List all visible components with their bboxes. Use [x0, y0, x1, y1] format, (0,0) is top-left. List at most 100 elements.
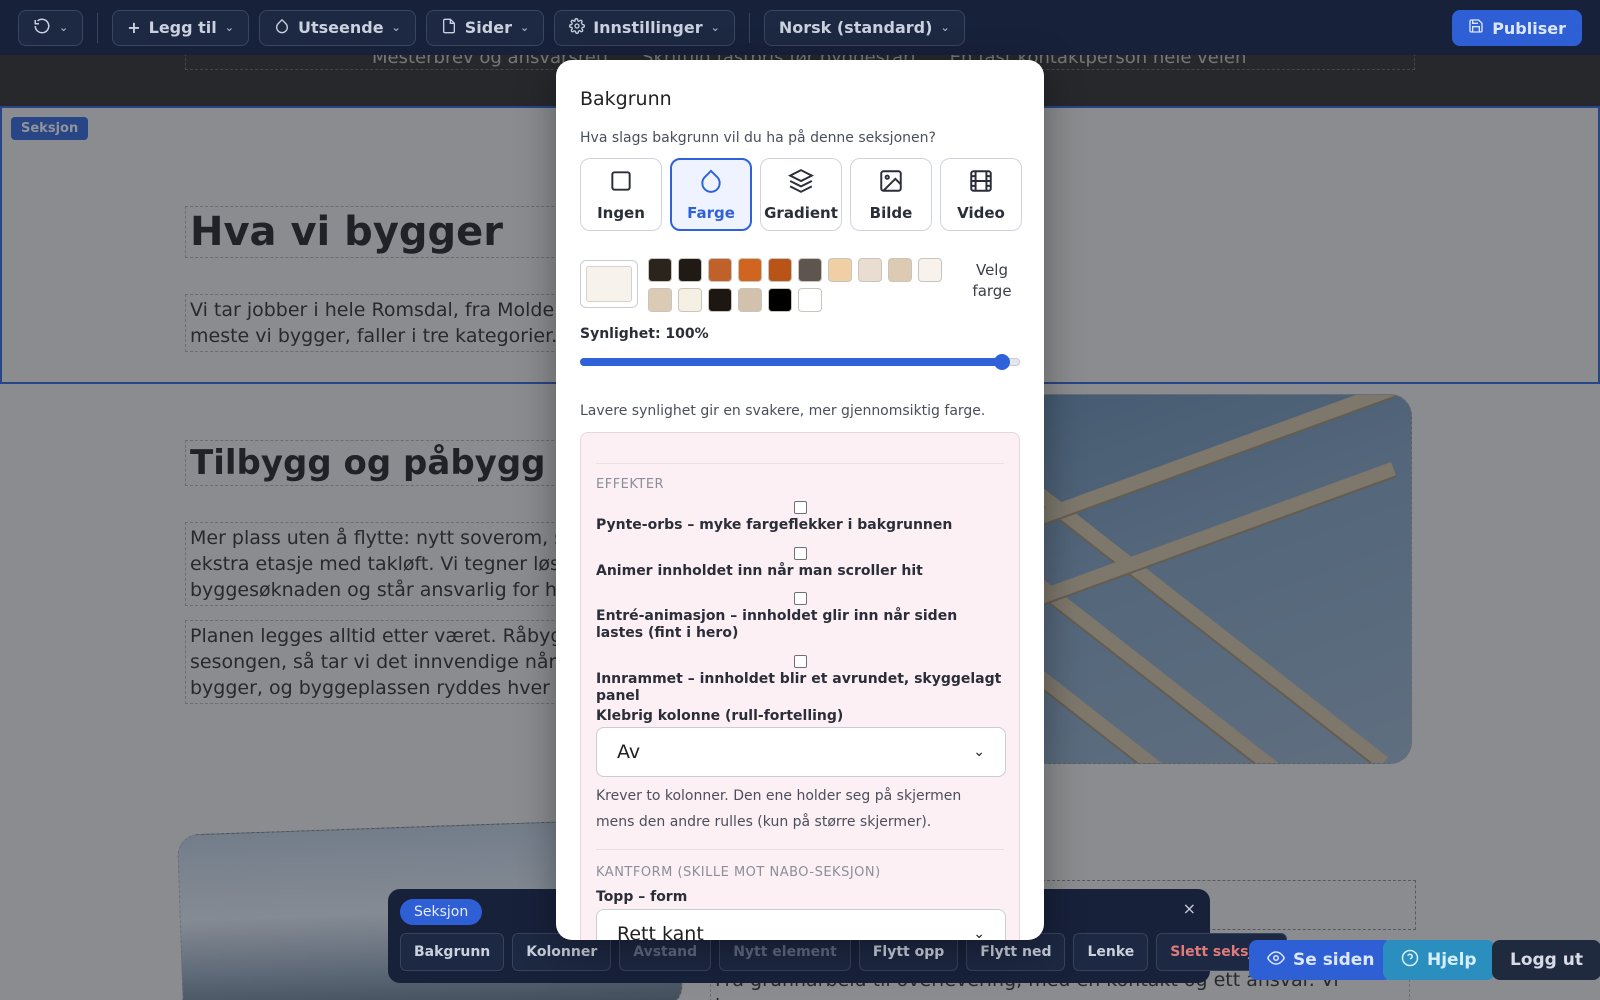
bg-type-video[interactable]: Video [940, 158, 1022, 231]
undo-button[interactable]: ⌄ [18, 9, 84, 46]
help-label: Hjelp [1427, 950, 1477, 970]
section-link-button[interactable]: Lenke [1073, 933, 1149, 971]
color-swatch[interactable] [648, 258, 672, 282]
help-button[interactable]: Hjelp [1383, 940, 1495, 980]
color-swatch[interactable] [768, 288, 792, 312]
sticky-column-select[interactable]: Av ⌄ [596, 727, 1006, 777]
effect-orbs-checkbox[interactable] [793, 501, 807, 514]
chevron-down-icon: ⌄ [519, 21, 530, 34]
appearance-button[interactable]: Utseende ⌄ [258, 9, 416, 46]
pages-label: Sider [464, 18, 512, 37]
sticky-column-label: Klebrig kolonne (rull-fortelling) [596, 708, 844, 724]
background-question: Hva slags bakgrunn vil du ha på denne se… [580, 130, 936, 146]
effect-framed-label: Innrammet – innholdet blir et avrundet, … [596, 671, 1002, 704]
droplet-icon [274, 18, 290, 38]
color-swatch[interactable] [768, 258, 792, 282]
effect-entrance: Entré-animasjon – innholdet glir inn når… [596, 592, 1004, 642]
effect-framed-checkbox[interactable] [793, 655, 807, 668]
appearance-label: Utseende [297, 18, 384, 37]
language-label: Norsk (standard) [778, 18, 933, 37]
current-color-swatch[interactable] [580, 260, 638, 308]
gear-icon [569, 17, 586, 38]
chevron-down-icon: ⌄ [973, 926, 985, 940]
color-swatch[interactable] [798, 258, 822, 282]
top-shape-label: Topp – form [596, 889, 688, 905]
chevron-down-icon: ⌄ [710, 21, 720, 34]
add-label: Legg til [148, 18, 217, 37]
bg-type-color[interactable]: Farge [670, 158, 752, 231]
add-button[interactable]: + Legg til ⌄ [112, 9, 249, 46]
undo-icon [33, 17, 51, 39]
section-background-button[interactable]: Bakgrunn [400, 933, 505, 971]
color-swatch[interactable] [828, 258, 852, 282]
droplet-icon [698, 168, 724, 198]
top-shape-value: Rett kant [617, 923, 704, 940]
color-swatch[interactable] [918, 258, 942, 282]
effect-orbs: Pynte-orbs – myke fargeflekker i bakgrun… [596, 501, 1004, 534]
color-swatch[interactable] [708, 258, 732, 282]
pick-color-button[interactable]: Velg farge [962, 260, 1022, 302]
opacity-slider[interactable] [580, 354, 1020, 370]
divider [596, 463, 1004, 464]
effects-panel: EFFEKTER Pynte-orbs – myke fargeflekker … [580, 432, 1020, 940]
effect-orbs-label: Pynte-orbs – myke fargeflekker i bakgrun… [596, 517, 953, 533]
chevron-down-icon: ⌄ [940, 21, 950, 34]
slider-handle[interactable] [994, 354, 1010, 370]
dialog-title: Bakgrunn [580, 88, 672, 110]
layers-icon [787, 168, 815, 198]
section-tag: Seksjon [400, 899, 483, 925]
publish-button[interactable]: Publiser [1452, 10, 1582, 46]
color-swatch[interactable] [678, 258, 702, 282]
effect-entrance-checkbox[interactable] [793, 592, 807, 605]
sticky-column-note: Krever to kolonner. Den ene holder seg p… [596, 788, 962, 830]
file-icon [441, 18, 457, 38]
pages-button[interactable]: Sider ⌄ [425, 9, 545, 46]
color-swatch[interactable] [678, 288, 702, 312]
chevron-down-icon: ⌄ [391, 21, 401, 34]
background-dialog: Bakgrunn Hva slags bakgrunn vil du ha på… [556, 60, 1044, 940]
eye-icon [1266, 949, 1286, 972]
color-swatch[interactable] [798, 288, 822, 312]
top-shape-select[interactable]: Rett kant ⌄ [596, 909, 1006, 940]
sticky-column-value: Av [617, 741, 641, 763]
toolbar-divider [748, 12, 750, 43]
publish-label: Publiser [1492, 18, 1566, 38]
color-swatch[interactable] [888, 258, 912, 282]
bg-type-label: Ingen [597, 203, 645, 222]
color-palette [648, 258, 948, 312]
color-swatch[interactable] [738, 258, 762, 282]
help-circle-icon [1401, 949, 1419, 972]
settings-label: Innstillinger [593, 18, 703, 37]
color-swatch[interactable] [738, 288, 762, 312]
edge-shape-heading: KANTFORM (SKILLE MOT NABO-SEKSJON) [596, 865, 881, 880]
effect-scroll-animate-checkbox[interactable] [793, 547, 807, 560]
opacity-hint: Lavere synlighet gir en svakere, mer gje… [580, 403, 986, 419]
color-swatch[interactable] [858, 258, 882, 282]
see-page-button[interactable]: Se siden [1249, 940, 1393, 980]
settings-button[interactable]: Innstillinger ⌄ [554, 9, 735, 46]
close-icon[interactable]: × [1183, 899, 1196, 918]
opacity-label: Synlighet: 100% [580, 326, 709, 342]
color-swatch[interactable] [648, 288, 672, 312]
editor-toolbar: ⌄ + Legg til ⌄ Utseende ⌄ Sider ⌄ Innsti… [0, 0, 1600, 55]
toolbar-divider [97, 12, 99, 43]
bg-type-label: Gradient [764, 203, 838, 222]
save-icon [1468, 18, 1484, 38]
bg-type-label: Farge [687, 203, 735, 222]
plus-icon: + [127, 18, 141, 37]
effect-entrance-label: Entré-animasjon – innholdet glir inn når… [596, 608, 958, 641]
color-swatch[interactable] [708, 288, 732, 312]
bg-type-image[interactable]: Bilde [850, 158, 932, 231]
see-page-label: Se siden [1293, 950, 1375, 970]
chevron-down-icon: ⌄ [973, 744, 985, 760]
background-type-options: Ingen Farge Gradient Bilde Video [580, 158, 1022, 231]
image-icon [878, 168, 904, 198]
bg-type-label: Video [957, 203, 1005, 222]
logout-button[interactable]: Logg ut [1492, 940, 1600, 980]
current-color-fill [586, 266, 632, 302]
language-select[interactable]: Norsk (standard) ⌄ [763, 9, 965, 46]
bg-type-none[interactable]: Ingen [580, 158, 662, 231]
bg-type-gradient[interactable]: Gradient [760, 158, 842, 231]
divider [596, 849, 1004, 850]
bg-type-label: Bilde [869, 203, 913, 222]
